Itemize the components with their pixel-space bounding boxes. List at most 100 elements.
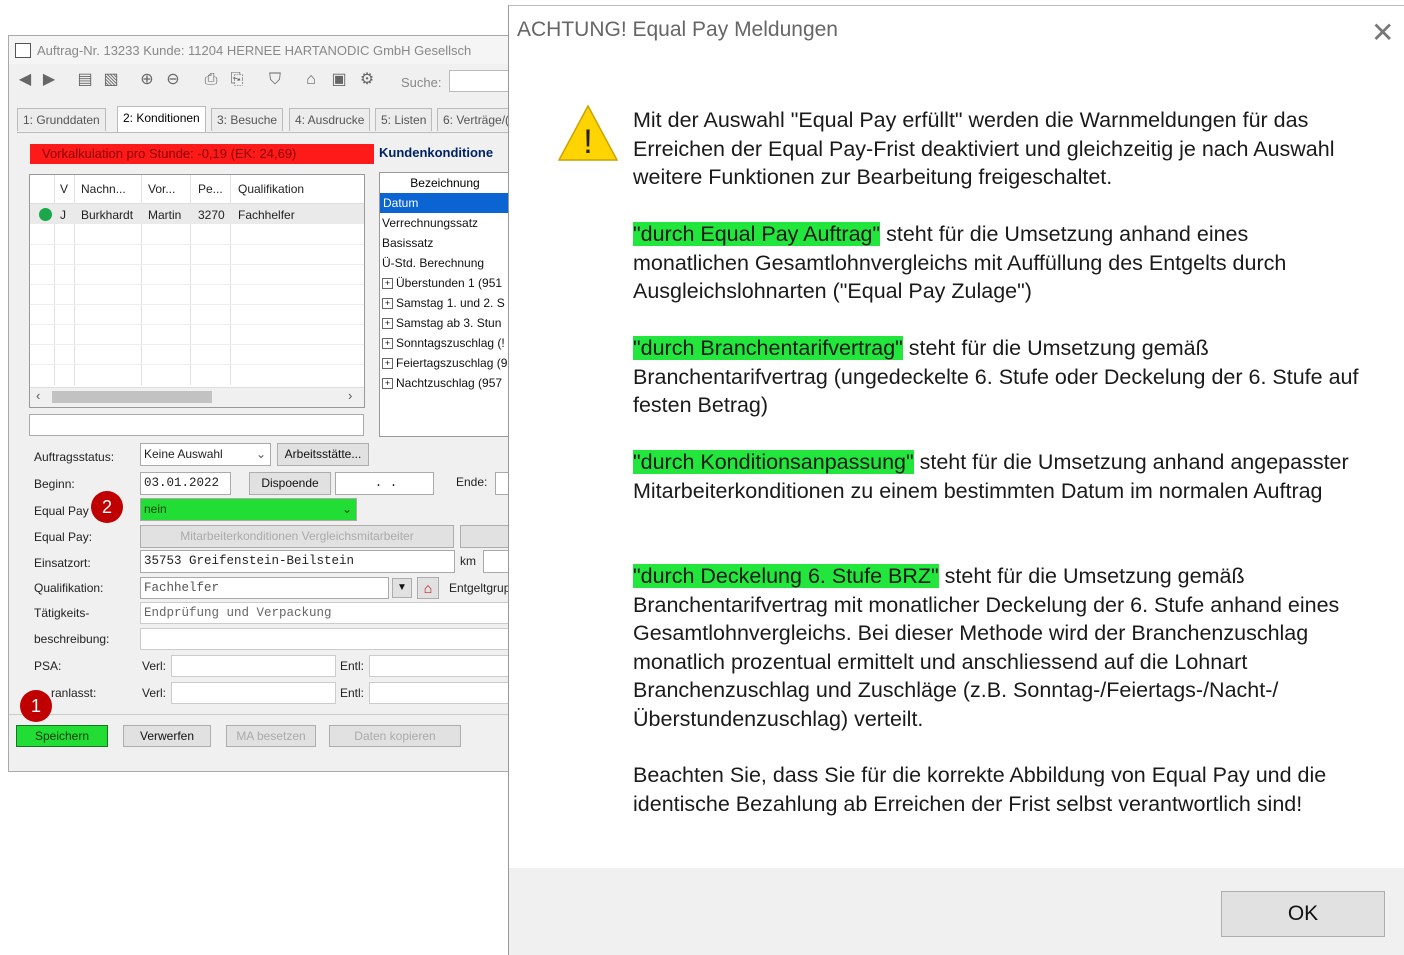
speichern-button[interactable]: Speichern <box>16 725 108 747</box>
tab-vertraege[interactable]: 6: Verträge/( <box>437 108 509 131</box>
close-icon[interactable]: ✕ <box>1371 16 1394 49</box>
expand-icon[interactable]: + <box>382 278 393 290</box>
grid-header-vorname[interactable]: Vor... <box>148 182 175 196</box>
list-item[interactable]: + Samstag 1. und 2. S <box>382 293 505 313</box>
ende-label: Ende: <box>456 475 488 489</box>
warning-icon: ! <box>557 104 619 161</box>
chevron-down-icon: ⌄ <box>255 447 266 461</box>
grid-header-v[interactable]: V <box>60 182 68 196</box>
search-input[interactable] <box>449 70 509 92</box>
home-icon[interactable]: ⌂ <box>417 577 439 599</box>
expand-icon[interactable]: + <box>382 378 393 390</box>
list-item[interactable]: + Überstunden 1 (951 <box>382 273 502 293</box>
tab-ausdrucke[interactable]: 4: Ausdrucke <box>289 108 371 131</box>
ma-besetzen-button[interactable]: MA besetzen <box>226 725 316 747</box>
settings-icon[interactable]: ⚙ <box>357 70 377 90</box>
tab-bar: 1: Grunddaten 2: Konditionen 3: Besuche … <box>17 106 509 132</box>
scroll-right-icon[interactable]: › <box>348 388 352 403</box>
auftragsstatus-select[interactable]: Keine Auswahl ⌄ <box>140 443 271 466</box>
expand-icon[interactable]: + <box>382 358 393 370</box>
print-icon[interactable]: ⎙ <box>201 70 221 90</box>
word-icon[interactable]: ▣ <box>329 70 349 90</box>
zoom-out-icon[interactable]: ⊖ <box>163 70 183 90</box>
list-item[interactable]: Basissatz <box>382 233 433 253</box>
filter-icon[interactable]: ⛉ <box>265 70 285 90</box>
tab-grunddaten[interactable]: 1: Grunddaten <box>17 108 106 131</box>
tab-listen[interactable]: 5: Listen <box>375 108 433 131</box>
delete-icon[interactable]: ▧ <box>101 70 121 90</box>
beschreibung-input[interactable] <box>140 628 509 650</box>
psa-label: PSA: <box>34 659 62 673</box>
bezeichnung-header[interactable]: Bezeichnung <box>380 173 509 194</box>
zoom-in-icon[interactable]: ⊕ <box>137 70 157 90</box>
arbeitsstaette-button[interactable]: Arbeitsstätte... <box>277 443 369 466</box>
list-item[interactable]: Verrechnungssatz <box>382 213 478 233</box>
taetigkeit-label: Tätigkeits- <box>34 606 90 620</box>
option-highlight: "durch Deckelung 6. Stufe BRZ" <box>633 564 939 588</box>
home-icon[interactable]: ⌂ <box>301 70 321 90</box>
expand-icon[interactable]: + <box>382 318 393 330</box>
ok-button[interactable]: OK <box>1221 891 1385 937</box>
dispoende-button[interactable]: Dispoende <box>249 472 331 495</box>
option-konditionsanpassung: "durch Konditionsanpassung" steht für di… <box>633 450 1349 503</box>
veranlasst-entl-input[interactable] <box>369 682 509 704</box>
row-vorname: Martin <box>148 208 182 222</box>
list-item[interactable]: Datum <box>380 193 509 213</box>
qualifikation-label: Qualifikation: <box>34 581 104 595</box>
beginn-date-input[interactable]: 03.01.2022 <box>140 472 231 495</box>
list-item[interactable]: + Nachtzuschlag (957 <box>382 373 502 393</box>
einsatzort-input[interactable]: 35753 Greifenstein-Beilstein <box>140 550 455 573</box>
scroll-left-icon[interactable]: ‹ <box>36 388 40 403</box>
veranlasst-entl-label: Entl: <box>340 686 365 700</box>
psa-verl-label: Verl: <box>142 659 167 673</box>
grid-header-nachname[interactable]: Nachn... <box>81 182 126 196</box>
qualifikation-dropdown-icon[interactable]: ▼ <box>392 578 412 598</box>
list-item[interactable]: + Sonntagszuschlag (! <box>382 333 505 353</box>
equal-pay-label: Equal Pay <box>34 504 89 518</box>
dispoende-date-input[interactable]: . . <box>335 472 434 495</box>
toolbar: ◀ ▶ ▤ ▧ ⊕ ⊖ ⎙ ⎘ ⛉ ⌂ ▣ ⚙ Suche: <box>9 66 509 96</box>
psa-entl-label: Entl: <box>340 659 365 673</box>
bezeichnung-list: Bezeichnung Datum Verrechnungssatz Basis… <box>379 172 509 437</box>
new-icon[interactable]: ▤ <box>75 70 95 90</box>
order-window: Auftrag-Nr. 13233 Kunde: 11204 HERNEE HA… <box>8 35 510 772</box>
document-icon <box>15 43 31 58</box>
expand-icon[interactable]: + <box>382 298 393 310</box>
psa-verl-input[interactable] <box>171 655 336 677</box>
back-icon[interactable]: ◀ <box>15 70 35 90</box>
beginn-label: Beginn: <box>34 477 75 491</box>
tab-besuche[interactable]: 3: Besuche <box>211 108 284 131</box>
grid-filter-input[interactable] <box>29 414 364 436</box>
kundenkonditionen-header: Kundenkonditione <box>379 145 494 160</box>
psa-entl-input[interactable] <box>369 655 509 677</box>
print-preview-icon[interactable]: ⎘ <box>227 70 247 90</box>
taetigkeit-input[interactable]: Endprüfung und Verpackung <box>140 602 509 624</box>
equal-pay-label-2: Equal Pay: <box>34 530 93 544</box>
vorkalkulation-banner: Vorkalkulation pro Stunde: -0,19 (EK: 24… <box>30 144 374 164</box>
daten-kopieren-button[interactable]: Daten kopieren <box>329 725 461 747</box>
option-highlight: "durch Equal Pay Auftrag" <box>633 222 881 246</box>
equal-pay-select[interactable]: nein ⌄ <box>140 498 357 521</box>
list-item[interactable]: Ü-Std. Berechnung <box>382 253 484 273</box>
option-deckelung-brz: "durch Deckelung 6. Stufe BRZ" steht für… <box>633 564 1340 731</box>
equal-pay-extra-button[interactable] <box>460 525 509 548</box>
list-item[interactable]: + Samstag ab 3. Stun <box>382 313 501 333</box>
grid-header-pe[interactable]: Pe... <box>198 182 223 196</box>
verwerfen-button[interactable]: Verwerfen <box>123 725 211 747</box>
chevron-down-icon: ⌄ <box>341 502 352 516</box>
veranlasst-verl-input[interactable] <box>171 682 336 704</box>
km-label: km <box>460 554 476 568</box>
scrollbar-thumb[interactable] <box>52 391 212 403</box>
vergleichsmitarbeiter-button[interactable]: Mitarbeiterkonditionen Vergleichsmitarbe… <box>140 525 454 548</box>
forward-icon[interactable]: ▶ <box>39 70 59 90</box>
expand-icon[interactable]: + <box>382 338 393 350</box>
km-input[interactable]: 1 <box>483 550 509 573</box>
row-pe: 3270 <box>198 208 225 222</box>
employee-grid: V Nachn... Vor... Pe... Qualifikation J … <box>29 174 365 408</box>
qualifikation-input[interactable]: Fachhelfer <box>140 577 389 599</box>
tab-konditionen[interactable]: 2: Konditionen <box>117 106 206 132</box>
grid-header-qualifikation[interactable]: Qualifikation <box>238 182 304 196</box>
einsatzort-label: Einsatzort: <box>34 556 91 570</box>
list-item[interactable]: + Feiertagszuschlag (9 <box>382 353 507 373</box>
step-badge-2: 2 <box>91 491 123 523</box>
